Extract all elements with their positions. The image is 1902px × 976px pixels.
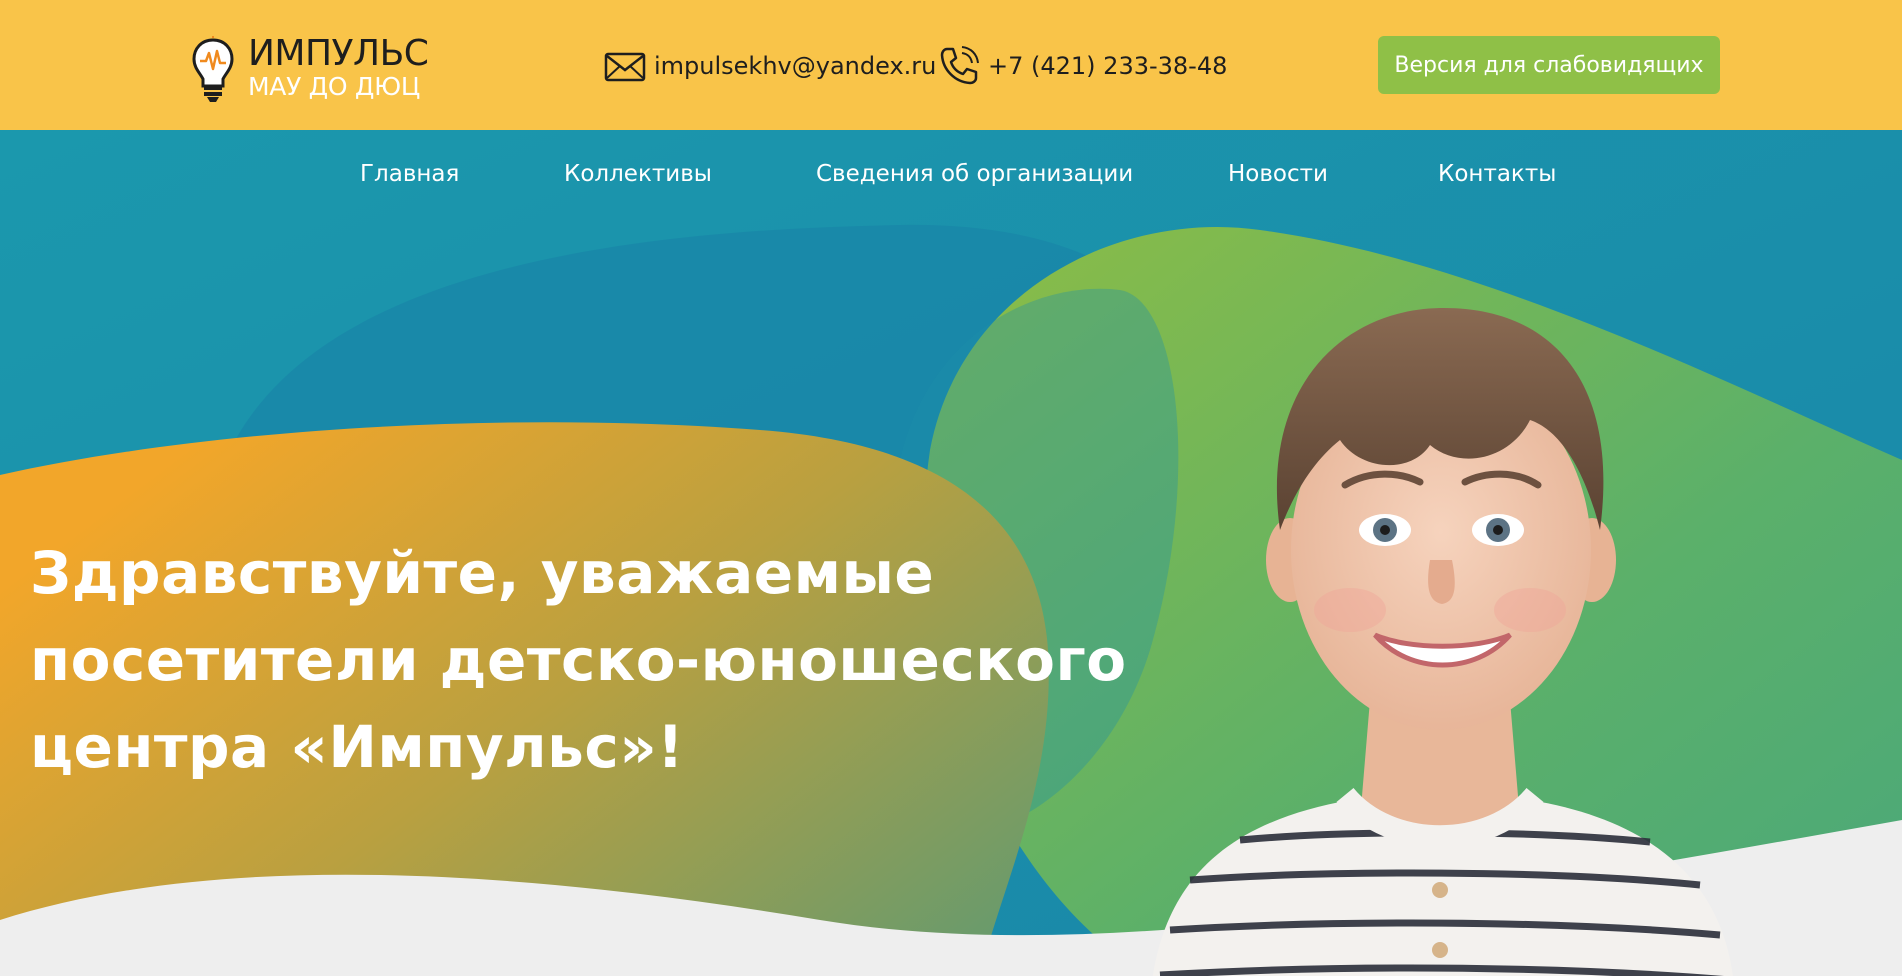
logo-subtitle: МАУ ДО ДЮЦ xyxy=(248,72,420,101)
hero-section: Главная Коллективы Сведения об организац… xyxy=(0,130,1902,976)
smiling-boy-image xyxy=(1152,307,1733,976)
nav-item-contacts[interactable]: Контакты xyxy=(1438,154,1556,194)
email-text: impulsekhv@yandex.ru xyxy=(654,52,937,80)
hero-heading-line-2: посетители детско-юношеского xyxy=(30,626,1127,694)
nav-item-about[interactable]: Сведения об организации xyxy=(816,154,1133,194)
phone-text: +7 (421) 233-38-48 xyxy=(988,52,1228,80)
hero-heading-line-3: центра «Импульс»! xyxy=(30,713,685,781)
accessibility-version-button[interactable]: Версия для слабовидящих xyxy=(1378,36,1720,94)
nav-item-home[interactable]: Главная xyxy=(360,154,459,194)
lightbulb-icon xyxy=(192,36,234,102)
nav-item-news[interactable]: Новости xyxy=(1228,154,1328,194)
hero-heading-line-1: Здравствуйте, уважаемые xyxy=(30,539,935,607)
hero-heading: Здравствуйте, уважаемые посетители детск… xyxy=(30,530,1127,791)
envelope-icon xyxy=(604,52,646,82)
phone-link[interactable]: +7 (421) 233-38-48 xyxy=(938,45,1227,87)
nav-item-groups[interactable]: Коллективы xyxy=(564,154,712,194)
email-link[interactable]: impulsekhv@yandex.ru xyxy=(604,45,936,87)
logo-title: ИМПУЛЬС xyxy=(248,33,429,74)
phone-icon xyxy=(940,46,979,85)
site-header: ИМПУЛЬС МАУ ДО ДЮЦ impulsekhv@yandex.ru … xyxy=(0,0,1902,130)
site-logo[interactable]: ИМПУЛЬС МАУ ДО ДЮЦ xyxy=(192,30,452,106)
main-nav: Главная Коллективы Сведения об организац… xyxy=(0,154,1902,194)
